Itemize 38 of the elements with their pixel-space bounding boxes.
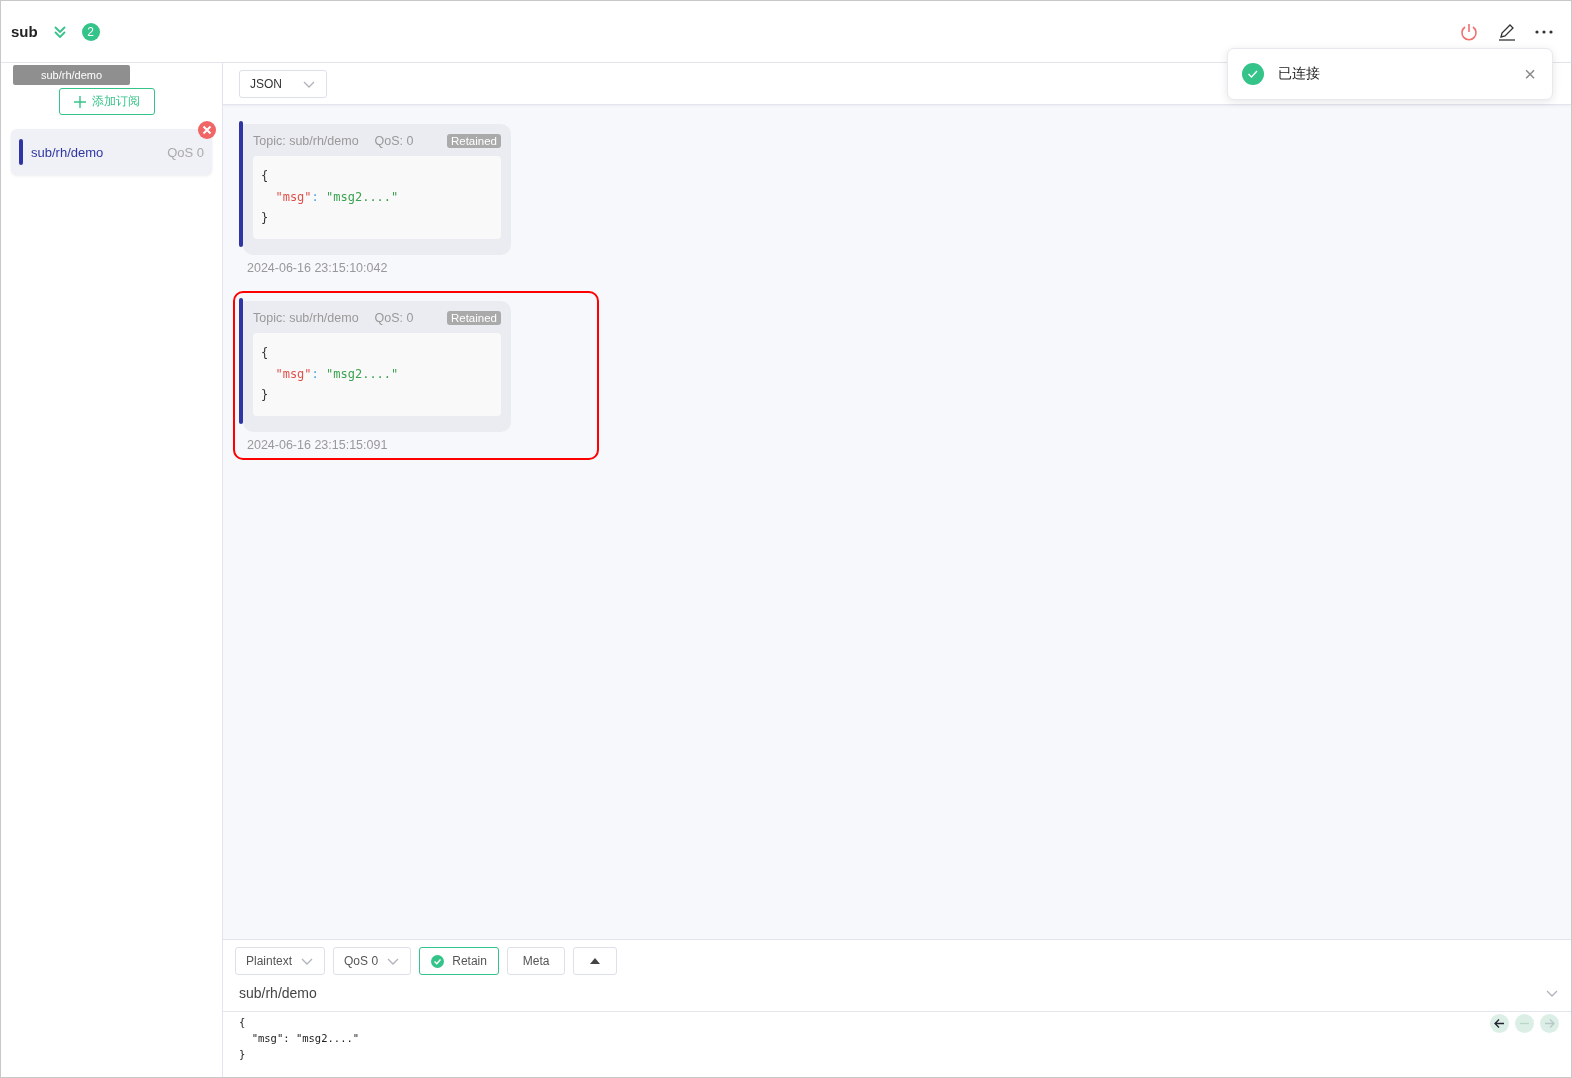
subscription-qos: QoS 0 <box>167 144 204 160</box>
forward-button[interactable] <box>1540 1014 1559 1033</box>
success-icon <box>1242 63 1264 85</box>
close-icon[interactable] <box>198 121 216 139</box>
message-topic: Topic: sub/rh/demo <box>253 134 359 148</box>
more-icon[interactable] <box>1535 29 1553 34</box>
check-circle-icon <box>431 954 445 968</box>
meta-button[interactable]: Meta <box>507 947 566 975</box>
message-time: 2024-06-16 23:15:15:091 <box>246 438 389 452</box>
message-time: 2024-06-16 23:15:10:042 <box>246 261 389 275</box>
message-qos: QoS: 0 <box>374 311 414 325</box>
close-button[interactable]: × <box>1524 62 1536 86</box>
connection-title: sub <box>11 23 38 40</box>
subscription-topic: sub/rh/demo <box>31 144 104 160</box>
payload-format-select[interactable]: Plaintext <box>235 947 326 975</box>
message-qos: QoS: 0 <box>374 134 414 148</box>
message-payload: { "msg": "msg2...." } <box>253 333 501 416</box>
retained-tag: Retained <box>446 134 501 148</box>
retain-toggle[interactable]: Retain <box>419 947 500 975</box>
back-button[interactable] <box>1490 1014 1509 1033</box>
payload-editor[interactable]: { "msg": "msg2...." } <box>239 1014 360 1062</box>
double-chevron-icon[interactable] <box>51 23 68 40</box>
retained-tag: Retained <box>446 311 501 325</box>
unread-count-badge: 2 <box>81 22 100 41</box>
subscription-item[interactable]: sub/rh/demo QoS 0 <box>11 129 212 175</box>
format-select[interactable]: JSON <box>239 69 327 98</box>
arrow-right-icon <box>1544 1018 1555 1029</box>
message-topic: Topic: sub/rh/demo <box>253 311 359 325</box>
power-icon[interactable] <box>1459 21 1479 42</box>
topic-field[interactable]: sub/rh/demo <box>239 985 317 1001</box>
plus-icon <box>74 95 86 108</box>
triangle-up-icon <box>590 958 601 964</box>
toast-message: 已连接 <box>1278 65 1320 83</box>
expand-button[interactable] <box>573 947 618 975</box>
message-payload: { "msg": "msg2...." } <box>253 156 501 239</box>
qos-select[interactable]: QoS 0 <box>333 947 412 975</box>
arrow-left-icon <box>1494 1018 1505 1029</box>
tooltip: sub/rh/demo <box>13 65 130 85</box>
